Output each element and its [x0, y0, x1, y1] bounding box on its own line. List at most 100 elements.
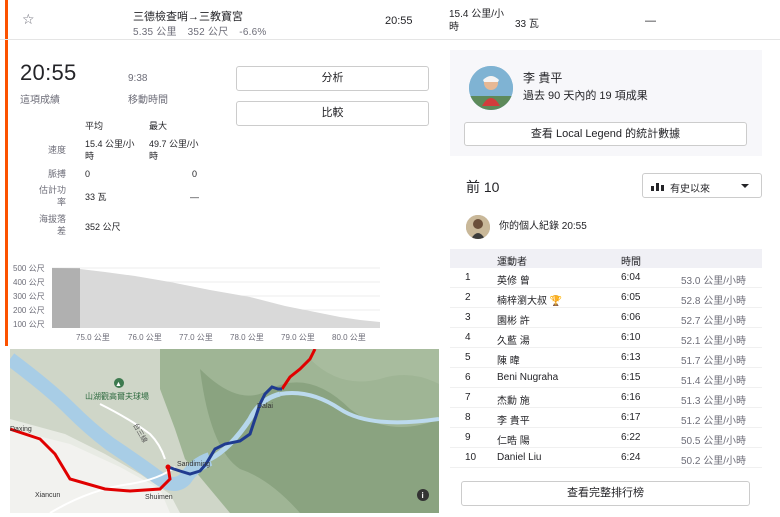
speed: 51.7 公里/小時	[680, 356, 746, 367]
speed-avg: 15.4 公里/小時	[85, 139, 135, 161]
segment-speed: 15.4 公里/小時	[449, 9, 505, 33]
rank: 6	[465, 372, 471, 383]
leaderboard-row[interactable]: 4 久藍 湯 6:10 52.1 公里/小時	[450, 328, 762, 348]
elapsed-label: 這項成績	[20, 95, 60, 106]
segment-grade: -6.6%	[239, 27, 267, 38]
segment-elev-gain: 352 公尺	[187, 27, 229, 38]
time: 6:15	[621, 372, 641, 383]
leaderboard-title: 前 10	[466, 179, 500, 195]
leaderboard-row[interactable]: 1 英修 曾 6:04 53.0 公里/小時	[450, 268, 762, 288]
elev-diff-value: 352 公尺	[85, 222, 121, 232]
elev-x-78: 78.0 公里	[230, 333, 264, 342]
athlete-link[interactable]: 園彬 許	[497, 312, 530, 327]
segment-map[interactable]: ▲ 山湖觀高爾夫球場 台三線 Dalai Sandiming Xiancun S…	[10, 349, 439, 513]
athlete-link[interactable]: 英修 曾	[497, 272, 530, 287]
star-icon[interactable]: ☆	[22, 12, 35, 26]
personal-record-row	[450, 205, 762, 245]
time: 6:05	[621, 292, 641, 303]
athlete-link[interactable]: 杰勳 施	[497, 392, 530, 407]
athlete-link[interactable]: 仁晧 陽	[497, 432, 530, 447]
speed: 52.8 公里/小時	[680, 296, 746, 307]
rank: 3	[465, 312, 471, 323]
full-leaderboard-button[interactable]: 查看完整排行榜	[461, 481, 750, 506]
segment-distance: 5.35 公里	[133, 27, 177, 38]
rank: 7	[465, 392, 471, 403]
time: 6:16	[621, 392, 641, 403]
speed: 52.7 公里/小時	[680, 316, 746, 327]
selected-row-accent	[5, 0, 8, 346]
leaderboard-filter-dropdown[interactable]: 有史以來	[642, 173, 762, 198]
time: 6:22	[621, 432, 641, 443]
segment-time: 20:55	[385, 15, 413, 27]
local-legend-button[interactable]: 查看 Local Legend 的統計數據	[464, 122, 747, 146]
power-label: 估計功率	[38, 185, 66, 207]
map-label-sandiming: Sandiming	[177, 461, 210, 468]
map-label-golf: 山湖觀高爾夫球場	[85, 391, 149, 401]
athlete-link[interactable]: 李 貴平	[497, 412, 530, 427]
athlete-link[interactable]: 楠梓瀏大叔 🏆	[497, 292, 562, 307]
rank: 2	[465, 292, 471, 303]
rank: 4	[465, 332, 471, 343]
leaderboard-row[interactable]: 10 Daniel Liu 6:24 50.2 公里/小時	[450, 448, 762, 468]
avatar-image	[469, 66, 513, 110]
athlete-link[interactable]: 久藍 湯	[497, 332, 530, 347]
bar-chart-icon	[651, 183, 664, 191]
map-label-dalai: Dalai	[257, 403, 273, 410]
speed: 52.1 公里/小時	[680, 336, 746, 347]
athlete-link[interactable]: Daniel Liu	[497, 452, 541, 463]
caret-down-icon	[741, 184, 749, 188]
segment-hr: —	[645, 15, 656, 27]
elev-x-75: 75.0 公里	[76, 333, 110, 342]
leaderboard-row[interactable]: 3 園彬 許 6:06 52.7 公里/小時	[450, 308, 762, 328]
compare-button[interactable]: 比較	[236, 101, 429, 126]
map-label-shuimen: Shuimen	[145, 494, 173, 501]
athlete-subtitle: 過去 90 天內的 19 項成果	[523, 90, 648, 102]
elev-y-300: 300 公尺	[13, 292, 45, 301]
filter-label: 有史以來	[670, 184, 710, 195]
leaderboard-row[interactable]: 6 Beni Nugraha 6:15 51.4 公里/小時	[450, 368, 762, 388]
segment-name[interactable]: 三德檢查哨→三教寶宮	[133, 8, 243, 24]
speed-label: 速度	[47, 145, 66, 155]
elapsed-time: 20:55	[20, 60, 77, 85]
analyze-button[interactable]: 分析	[236, 66, 429, 91]
athlete-avatar[interactable]	[469, 66, 513, 110]
rank: 1	[465, 272, 471, 283]
speed: 51.4 公里/小時	[680, 376, 746, 387]
leaderboard-row[interactable]: 8 李 貴平 6:17 51.2 公里/小時	[450, 408, 762, 428]
athlete-link[interactable]: Beni Nugraha	[497, 372, 558, 383]
rank: 9	[465, 432, 471, 443]
time: 6:24	[621, 452, 641, 463]
elevation-profile: 500 公尺 400 公尺 300 公尺 200 公尺 100 公尺 75.0 …	[13, 264, 380, 342]
time: 6:10	[621, 332, 641, 343]
speed-max: 49.7 公里/小時	[149, 139, 199, 161]
time: 6:13	[621, 352, 641, 363]
leaderboard-row[interactable]: 5 陳 暐 6:13 51.7 公里/小時	[450, 348, 762, 368]
segment-meta: 5.35 公里 352 公尺 -6.6%	[133, 23, 274, 38]
speed: 50.2 公里/小時	[680, 456, 746, 467]
leaderboard-header: 運動者 時間	[450, 249, 762, 268]
time: 6:06	[621, 312, 641, 323]
col-time: 時間	[621, 257, 641, 268]
col-athlete: 運動者	[497, 257, 527, 268]
leaderboard-row[interactable]: 9 仁晧 陽 6:22 50.5 公里/小時	[450, 428, 762, 448]
pr-avatar-image	[466, 215, 490, 239]
svg-text:▲: ▲	[115, 381, 122, 388]
athlete-link[interactable]: 陳 暐	[497, 352, 520, 367]
avg-header: 平均	[85, 121, 104, 131]
moving-time: 9:38	[128, 73, 148, 84]
map-label-xiancun: Xiancun	[35, 492, 60, 499]
elev-x-80: 80.0 公里	[332, 333, 366, 342]
elev-y-400: 400 公尺	[13, 278, 45, 287]
leaderboard-row[interactable]: 2 楠梓瀏大叔 🏆 6:05 52.8 公里/小時	[450, 288, 762, 308]
hr-avg: 0	[85, 169, 91, 179]
power-max: —	[190, 192, 199, 202]
athlete-name[interactable]: 李 貴平	[523, 69, 562, 86]
elev-y-200: 200 公尺	[13, 306, 45, 315]
moving-label: 移動時間	[128, 95, 168, 106]
map-canvas[interactable]: ▲ 山湖觀高爾夫球場 台三線 Dalai Sandiming Xiancun S…	[10, 349, 439, 513]
leaderboard-row[interactable]: 7 杰勳 施 6:16 51.3 公里/小時	[450, 388, 762, 408]
time: 6:04	[621, 272, 641, 283]
speed: 53.0 公里/小時	[680, 276, 746, 287]
segment-row[interactable]: ☆ 三德檢查哨→三教寶宮 5.35 公里 352 公尺 -6.6% 20:55 …	[0, 0, 780, 40]
elev-diff-label: 海拔落差	[38, 214, 66, 236]
